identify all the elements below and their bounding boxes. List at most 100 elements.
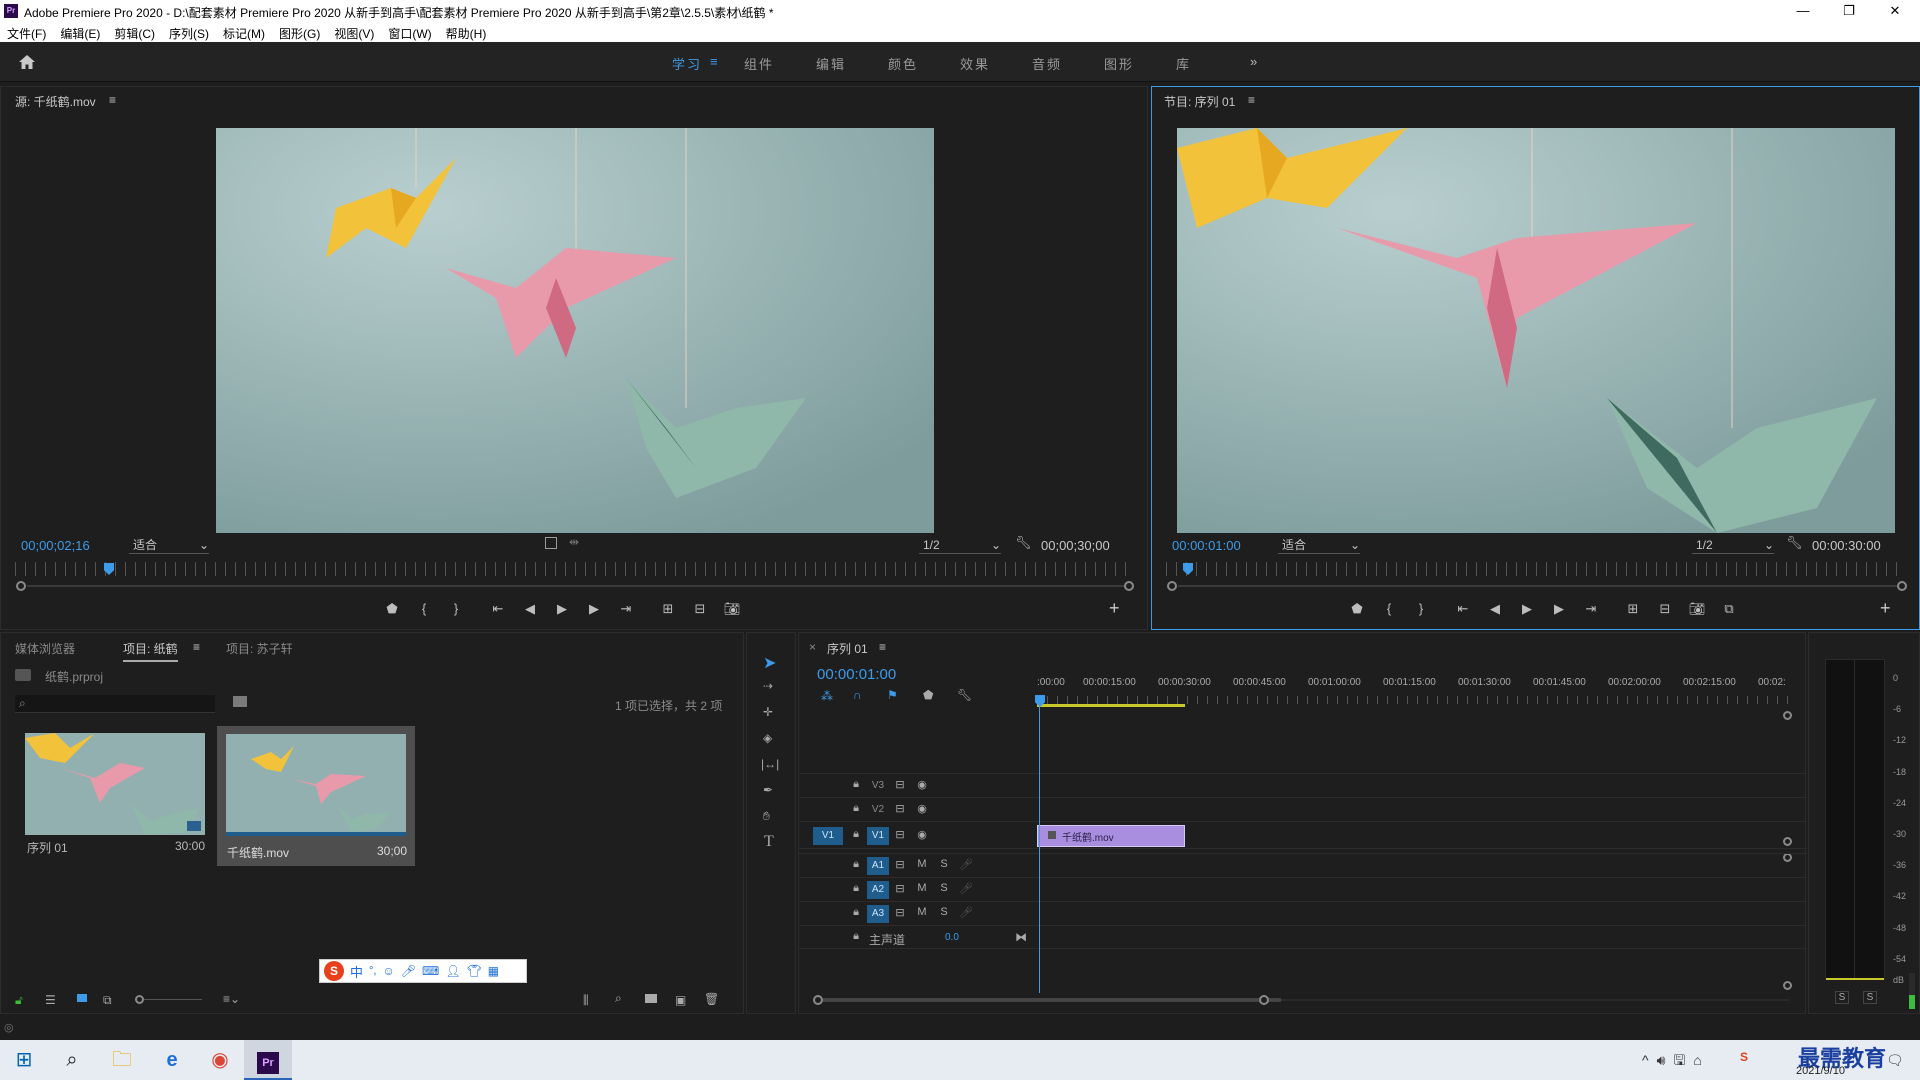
lock-icon[interactable]: 🔒︎	[849, 778, 863, 791]
step-back-icon[interactable]: ◀︎	[519, 601, 541, 617]
drag-video-icon[interactable]	[545, 537, 557, 549]
timeline-tab-title[interactable]: 序列 01	[827, 640, 868, 657]
track-label-a3[interactable]: A3	[867, 905, 889, 923]
microphone-icon[interactable]: 🎤︎	[959, 858, 973, 871]
step-forward-icon[interactable]: ▶︎	[1548, 601, 1570, 617]
menu-sequence[interactable]: 序列(S)	[162, 22, 216, 42]
source-time-ruler[interactable]	[15, 562, 1135, 576]
source-monitor-title[interactable]: 源: 千纸鹤.mov	[15, 93, 96, 110]
workspace-graphics[interactable]: 图形	[1104, 54, 1134, 73]
play-icon[interactable]: ▶︎	[1516, 601, 1538, 617]
lock-icon[interactable]: 🔒︎	[849, 858, 863, 871]
program-time-ruler[interactable]	[1166, 562, 1906, 576]
linked-selection-icon[interactable]: ⚑	[887, 688, 898, 702]
lock-icon[interactable]: 🔒︎	[849, 930, 863, 943]
track-label-v1[interactable]: V1	[867, 827, 889, 845]
timeline-settings-icon[interactable]: 🔧︎	[957, 688, 972, 702]
audio-scroll-bottom-handle[interactable]	[1783, 981, 1792, 990]
source-zoom-right-handle[interactable]	[1124, 581, 1134, 591]
nest-icon[interactable]: ⁂	[821, 689, 833, 703]
solo-button[interactable]: S	[937, 906, 951, 918]
panel-menu-icon[interactable]: ≡	[193, 640, 200, 654]
meter-scroll-thumb[interactable]	[1909, 995, 1915, 1009]
eye-icon[interactable]: ◉	[915, 802, 929, 815]
mark-in-icon[interactable]: {	[413, 601, 435, 617]
track-label-a2[interactable]: A2	[867, 881, 889, 899]
premiere-taskbar-icon[interactable]: Pr	[244, 1040, 292, 1080]
track-label-v3[interactable]: V3	[867, 777, 889, 795]
insert-icon[interactable]: ⊞	[657, 601, 679, 617]
sync-lock-icon[interactable]: ⊟	[893, 802, 907, 815]
comparison-view-icon[interactable]: ⧉	[1718, 601, 1740, 617]
master-volume-value[interactable]: 0.0	[945, 932, 959, 943]
mute-button[interactable]: M	[915, 882, 929, 894]
menu-markers[interactable]: 标记(M)	[216, 22, 272, 42]
project-item-sequence[interactable]: 序列 01 30:00	[17, 729, 211, 857]
lock-icon[interactable]: 🔒︎	[849, 802, 863, 815]
mark-in-icon[interactable]: {	[1378, 601, 1400, 617]
go-to-out-point-icon[interactable]: ⧓	[1015, 930, 1027, 944]
timeline-scroll-thumb[interactable]	[823, 998, 1281, 1002]
menu-window[interactable]: 窗口(W)	[381, 22, 438, 42]
zoom-slider-track[interactable]	[144, 999, 202, 1000]
overwrite-icon[interactable]: ⊟	[689, 601, 711, 617]
program-zoom-bar[interactable]	[1178, 585, 1898, 587]
workspace-libraries[interactable]: 库	[1176, 54, 1191, 73]
export-frame-icon[interactable]: 📷︎	[721, 601, 743, 617]
eye-icon[interactable]: ◉	[915, 778, 929, 791]
export-frame-icon[interactable]: 📷︎	[1686, 601, 1708, 617]
button-editor-plus-icon[interactable]: +	[1880, 598, 1891, 619]
microphone-icon[interactable]: 🎤︎	[959, 906, 973, 919]
menu-view[interactable]: 视图(V)	[327, 22, 381, 42]
timeline-timecode[interactable]: 00:00:01:00	[817, 666, 896, 683]
panel-menu-icon[interactable]: ≡	[109, 93, 116, 107]
sync-lock-icon[interactable]: ⊟	[893, 778, 907, 791]
project-search-input[interactable]: ⌕	[15, 695, 215, 713]
workspace-effects[interactable]: 效果	[960, 54, 990, 73]
trash-icon[interactable]: 🗑︎	[704, 992, 719, 1006]
drag-audio-icon[interactable]: ⇹	[569, 535, 579, 549]
lock-icon[interactable]: 🔓︎	[15, 993, 23, 1008]
lock-icon[interactable]: 🔒︎	[849, 906, 863, 919]
vertical-scroll-top-handle[interactable]	[1783, 711, 1792, 720]
keyboard-icon[interactable]: ⌨	[422, 964, 439, 978]
mark-out-icon[interactable]: }	[1410, 601, 1432, 617]
track-label-v2[interactable]: V2	[867, 801, 889, 819]
windows-start-icon[interactable]: ⊞	[0, 1040, 48, 1080]
sogou-logo-icon[interactable]: S	[324, 961, 344, 981]
ime-mode-toggle[interactable]: 中	[350, 962, 363, 981]
step-forward-icon[interactable]: ▶︎	[583, 601, 605, 617]
user-icon[interactable]: 👤︎	[445, 964, 460, 978]
sogou-tray-icon[interactable]: S	[1740, 1050, 1748, 1064]
solo-button[interactable]: S	[937, 882, 951, 894]
mark-out-icon[interactable]: }	[445, 601, 467, 617]
sync-lock-icon[interactable]: ⊟	[893, 858, 907, 871]
track-select-tool-icon[interactable]: ⇢	[763, 679, 773, 693]
microphone-icon[interactable]: 🎤︎	[401, 964, 416, 978]
program-zoom-right-handle[interactable]	[1897, 581, 1907, 591]
step-back-icon[interactable]: ◀︎	[1484, 601, 1506, 617]
source-resolution-dropdown[interactable]: 1/2 ⌄	[919, 536, 1001, 554]
timeline-clip[interactable]: 千纸鹤.mov	[1037, 825, 1185, 847]
file-explorer-icon[interactable]: 🗀︎	[98, 1040, 146, 1080]
system-tray-icons[interactable]: ^🔊︎🖫︎⌂	[1642, 1050, 1710, 1074]
play-icon[interactable]: ▶︎	[551, 601, 573, 617]
workspace-assembly[interactable]: 组件	[744, 54, 774, 73]
lock-icon[interactable]: 🔒︎	[849, 828, 863, 841]
close-tab-icon[interactable]: ×	[809, 640, 816, 654]
go-to-out-icon[interactable]: ⇥	[615, 601, 637, 617]
razor-tool-icon[interactable]: ◈	[763, 731, 772, 745]
menu-help[interactable]: 帮助(H)	[439, 22, 494, 42]
timeline-ruler[interactable]: :00:00 00:00:15:00 00:00:30:00 00:00:45:…	[1037, 677, 1797, 697]
tab-project-zhihe[interactable]: 项目: 纸鹤	[123, 640, 178, 662]
vertical-scroll-mid-handle[interactable]	[1783, 837, 1792, 846]
source-patch-v1[interactable]: V1	[813, 827, 843, 845]
project-item-clip[interactable]: 千纸鹤.mov 30;00	[217, 726, 415, 866]
emoji-icon[interactable]: ☺	[382, 964, 394, 978]
workspace-menu-icon[interactable]: ≡	[710, 54, 718, 69]
new-item-icon[interactable]: ▣	[675, 993, 686, 1007]
minimize-button[interactable]: —	[1780, 0, 1826, 22]
menu-graphics[interactable]: 图形(G)	[272, 22, 327, 42]
sync-lock-icon[interactable]: ⊟	[893, 828, 907, 841]
source-zoom-left-handle[interactable]	[16, 581, 26, 591]
